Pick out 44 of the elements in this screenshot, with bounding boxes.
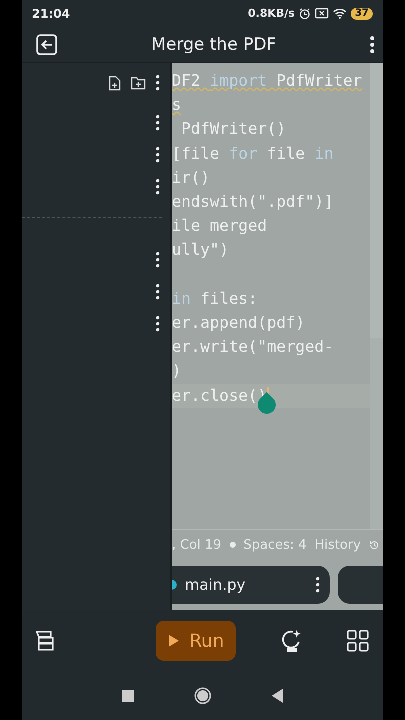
code-line: [file for file in [172, 142, 335, 165]
code-line: endswith(".pdf")] [172, 191, 335, 214]
wifi-icon [333, 8, 348, 19]
more-icon[interactable] [156, 179, 160, 195]
recents-icon[interactable] [122, 690, 134, 702]
more-icon[interactable] [156, 284, 160, 300]
more-icon[interactable] [370, 36, 375, 54]
more-icon[interactable] [316, 577, 320, 593]
sparkle-icon[interactable] [282, 629, 302, 653]
new-folder-icon[interactable] [131, 76, 146, 90]
scrollbar-thumb[interactable] [370, 63, 383, 338]
run-button[interactable]: Run [156, 621, 236, 661]
code-line: ile merged [172, 215, 268, 238]
code-line: in files: [172, 288, 259, 310]
home-icon[interactable] [194, 687, 212, 705]
sim-icon [315, 8, 330, 19]
code-line: er.write("merged- [172, 336, 335, 358]
code-line: s [172, 94, 183, 116]
alarm-icon [299, 8, 312, 20]
play-icon [168, 634, 180, 648]
code-line: ) [172, 360, 183, 382]
file-tab[interactable] [338, 566, 383, 604]
network-speed: 0.8KB/s [248, 7, 296, 20]
cursor-position: , Col 19 [172, 538, 222, 552]
grid-icon[interactable] [347, 630, 369, 652]
status-time: 21:04 [32, 6, 70, 20]
more-icon[interactable] [156, 115, 160, 131]
code-line: ir() [172, 166, 212, 189]
layers-icon[interactable] [36, 631, 56, 651]
code-line: DF2 import PdfWriter [172, 70, 364, 92]
code-line: er.append(pdf) [172, 312, 306, 334]
more-icon[interactable] [156, 147, 160, 163]
code-line: ully") [172, 239, 230, 262]
code-line: PdfWriter() [180, 118, 288, 140]
more-icon[interactable] [156, 75, 160, 91]
more-icon[interactable] [156, 252, 160, 268]
separator-dot [230, 542, 236, 548]
exit-icon[interactable] [36, 34, 58, 56]
more-icon[interactable] [156, 316, 160, 332]
page-title: Merge the PDF [150, 34, 278, 54]
new-file-icon[interactable] [109, 76, 121, 90]
battery-level: 37 [351, 8, 373, 20]
file-tab[interactable]: main.py [172, 566, 330, 604]
back-icon[interactable] [272, 689, 284, 703]
